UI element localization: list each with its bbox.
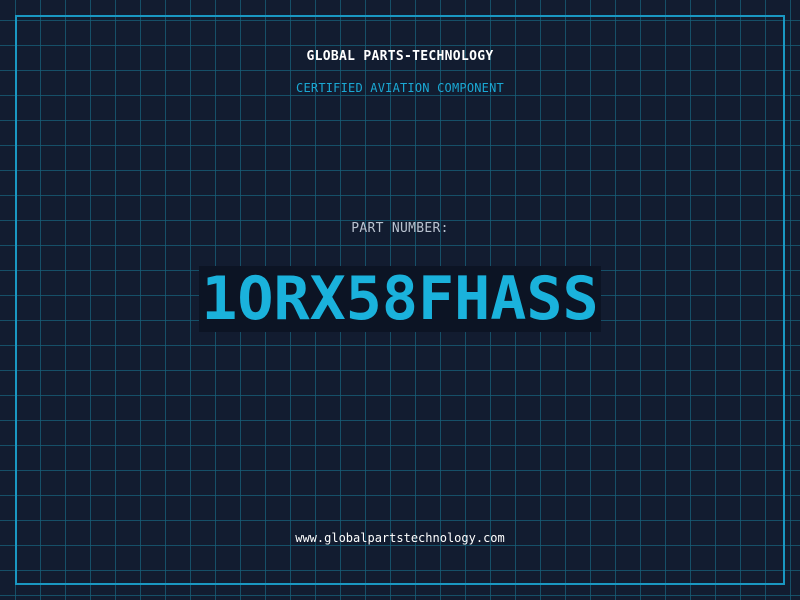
certificate-panel: GLOBAL PARTS-TECHNOLOGY CERTIFIED AVIATI… [0, 0, 800, 600]
company-name: GLOBAL PARTS-TECHNOLOGY [306, 49, 494, 64]
part-number-container: 1ORX58FHASS [0, 266, 800, 332]
certification-subtitle: CERTIFIED AVIATION COMPONENT [296, 81, 504, 95]
website-url: www.globalpartstechnology.com [295, 531, 505, 545]
part-number-value: 1ORX58FHASS [199, 264, 601, 334]
part-number-label: PART NUMBER: [351, 221, 449, 236]
